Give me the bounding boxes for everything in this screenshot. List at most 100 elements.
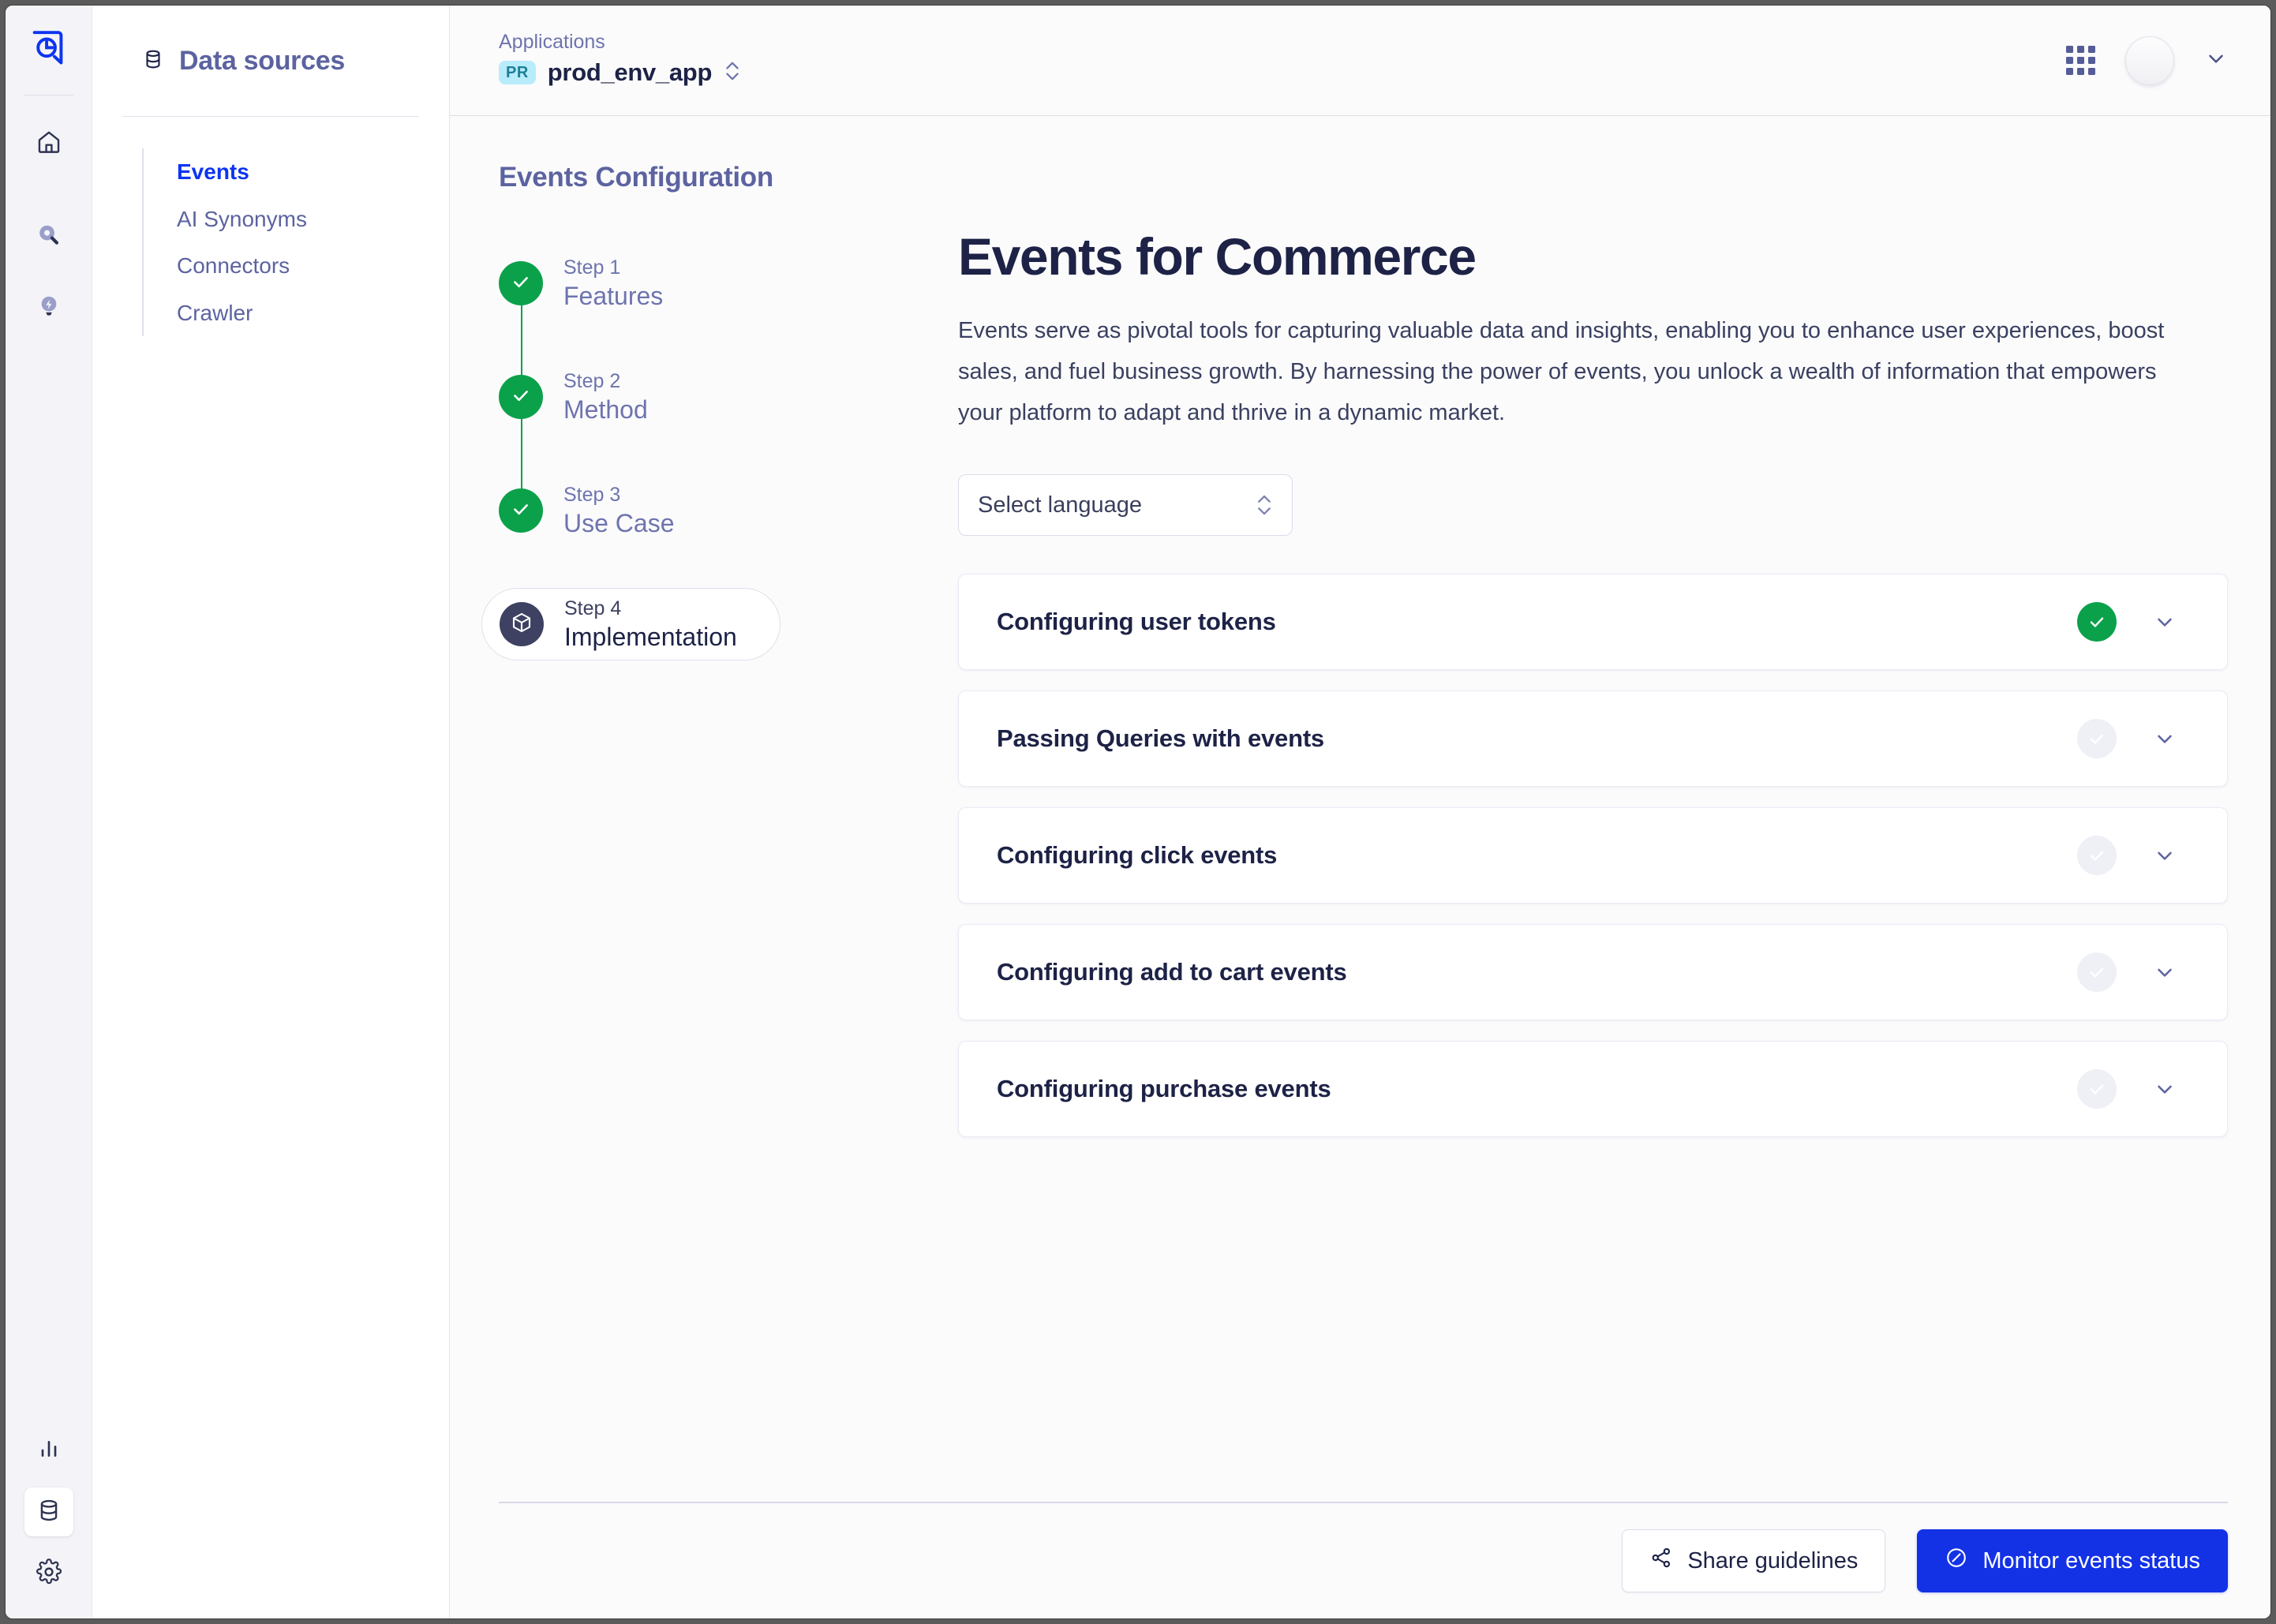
content-area: Events Configuration Step 1 Features <box>450 116 2270 1502</box>
step-name: Use Case <box>563 508 675 538</box>
topbar-right <box>2066 36 2228 85</box>
chevron-updown-icon <box>1256 489 1273 521</box>
rail-bottom-group <box>24 1426 73 1598</box>
step-status-bullet <box>499 488 543 533</box>
rail-item-home[interactable] <box>24 119 73 168</box>
chevron-down-icon[interactable] <box>2153 844 2177 867</box>
accordion-label: Configuring click events <box>997 841 1277 870</box>
sidebar-item-crawler[interactable]: Crawler <box>144 290 449 337</box>
accordion-configuring-add-to-cart-events[interactable]: Configuring add to cart events <box>958 924 2228 1020</box>
sidebar: Data sources Events AI Synonyms Connecto… <box>92 6 450 1618</box>
share-nodes-icon <box>1649 1546 1673 1576</box>
monitor-events-status-button[interactable]: Monitor events status <box>1917 1529 2228 1592</box>
sidebar-nav: Events AI Synonyms Connectors Crawler <box>142 148 449 336</box>
monitor-events-status-label: Monitor events status <box>1982 1548 2200 1574</box>
check-icon <box>2077 602 2117 642</box>
accordion-label: Passing Queries with events <box>997 724 1324 753</box>
rail-item-recommend[interactable] <box>24 283 73 332</box>
accordion-right <box>2077 719 2177 758</box>
hero-description: Events serve as pivotal tools for captur… <box>958 311 2166 433</box>
sidebar-item-connectors[interactable]: Connectors <box>144 242 449 290</box>
step-item-2[interactable]: Step 2 Method <box>499 361 941 433</box>
database-icon <box>36 1497 62 1528</box>
step-text: Step 4 Implementation <box>564 597 737 652</box>
step-status-bullet <box>499 261 543 305</box>
accordion-list: Configuring user tokens <box>958 574 2228 1137</box>
step-name: Features <box>563 281 663 311</box>
database-icon <box>141 47 165 75</box>
footer-actions: Share guidelines Monitor events status <box>499 1503 2228 1618</box>
implementation-panel: Events for Commerce Events serve as pivo… <box>941 247 2228 1137</box>
home-icon <box>36 129 62 159</box>
step-name: Implementation <box>564 622 737 652</box>
chevron-down-icon[interactable] <box>2153 1077 2177 1101</box>
events-configuration-title: Events Configuration <box>499 162 2228 193</box>
chevron-updown-icon <box>724 57 741 89</box>
page-title: Data sources <box>179 46 345 77</box>
step-item-4[interactable]: Step 4 Implementation <box>499 588 941 660</box>
step-text: Step 3 Use Case <box>563 483 675 538</box>
check-icon <box>2077 1069 2117 1109</box>
step-number: Step 2 <box>563 369 648 393</box>
search-pin-icon <box>36 222 62 253</box>
app-window: Data sources Events AI Synonyms Connecto… <box>5 5 2271 1619</box>
stepper: Step 1 Features Step 2 Method <box>499 247 941 1137</box>
avatar[interactable] <box>2125 36 2174 85</box>
hero-heading: Events for Commerce <box>958 230 2228 284</box>
accordion-right <box>2077 1069 2177 1109</box>
check-icon <box>510 498 532 524</box>
sidebar-item-ai-synonyms[interactable]: AI Synonyms <box>144 196 449 243</box>
rail-item-data-sources[interactable] <box>24 1487 73 1536</box>
check-icon <box>2077 952 2117 992</box>
rail-item-settings[interactable] <box>24 1549 73 1598</box>
check-icon <box>2077 719 2117 758</box>
language-select-value: Select language <box>978 492 1142 518</box>
algolia-logo-icon[interactable] <box>29 29 69 73</box>
rail-item-search[interactable] <box>24 212 73 261</box>
step-name: Method <box>563 395 648 425</box>
step-number: Step 1 <box>563 256 663 279</box>
step-text: Step 1 Features <box>563 256 663 311</box>
check-icon <box>2077 836 2117 875</box>
accordion-label: Configuring purchase events <box>997 1075 1331 1103</box>
bolt-bulb-icon <box>36 293 62 324</box>
chevron-down-icon[interactable] <box>2204 47 2228 74</box>
application-switcher[interactable]: Applications PR prod_env_app <box>499 32 741 89</box>
step-number: Step 4 <box>564 597 737 620</box>
check-icon <box>510 271 532 297</box>
accordion-passing-queries-with-events[interactable]: Passing Queries with events <box>958 690 2228 787</box>
sidebar-item-events[interactable]: Events <box>144 148 449 196</box>
step-number: Step 3 <box>563 483 675 507</box>
check-icon <box>510 384 532 410</box>
app-grid-icon[interactable] <box>2066 46 2095 75</box>
step-text: Step 2 Method <box>563 369 648 425</box>
icon-rail <box>6 6 92 1618</box>
footer: Share guidelines Monitor events status <box>450 1502 2270 1618</box>
content-columns: Step 1 Features Step 2 Method <box>499 247 2228 1137</box>
accordion-configuring-click-events[interactable]: Configuring click events <box>958 807 2228 904</box>
rail-top-group <box>24 119 73 332</box>
chevron-down-icon[interactable] <box>2153 727 2177 750</box>
chevron-down-icon[interactable] <box>2153 960 2177 984</box>
app-env-badge: PR <box>499 61 536 84</box>
compass-icon <box>1945 1546 1968 1576</box>
step-item-1[interactable]: Step 1 Features <box>499 247 941 320</box>
accordion-right <box>2077 952 2177 992</box>
sidebar-divider <box>122 116 419 117</box>
step-active-card[interactable]: Step 4 Implementation <box>481 588 781 660</box>
accordion-label: Configuring add to cart events <box>997 958 1347 986</box>
rail-item-analytics[interactable] <box>24 1426 73 1475</box>
app-name: prod_env_app <box>548 58 712 87</box>
accordion-right <box>2077 602 2177 642</box>
step-status-bullet <box>499 375 543 419</box>
sidebar-header: Data sources <box>92 6 449 116</box>
accordion-right <box>2077 836 2177 875</box>
language-select[interactable]: Select language <box>958 474 1293 536</box>
step-status-bullet <box>500 602 544 646</box>
chevron-down-icon[interactable] <box>2153 610 2177 634</box>
accordion-configuring-user-tokens[interactable]: Configuring user tokens <box>958 574 2228 670</box>
share-guidelines-button[interactable]: Share guidelines <box>1622 1529 1885 1592</box>
accordion-configuring-purchase-events[interactable]: Configuring purchase events <box>958 1041 2228 1137</box>
step-item-3[interactable]: Step 3 Use Case <box>499 474 941 547</box>
accordion-label: Configuring user tokens <box>997 608 1276 636</box>
